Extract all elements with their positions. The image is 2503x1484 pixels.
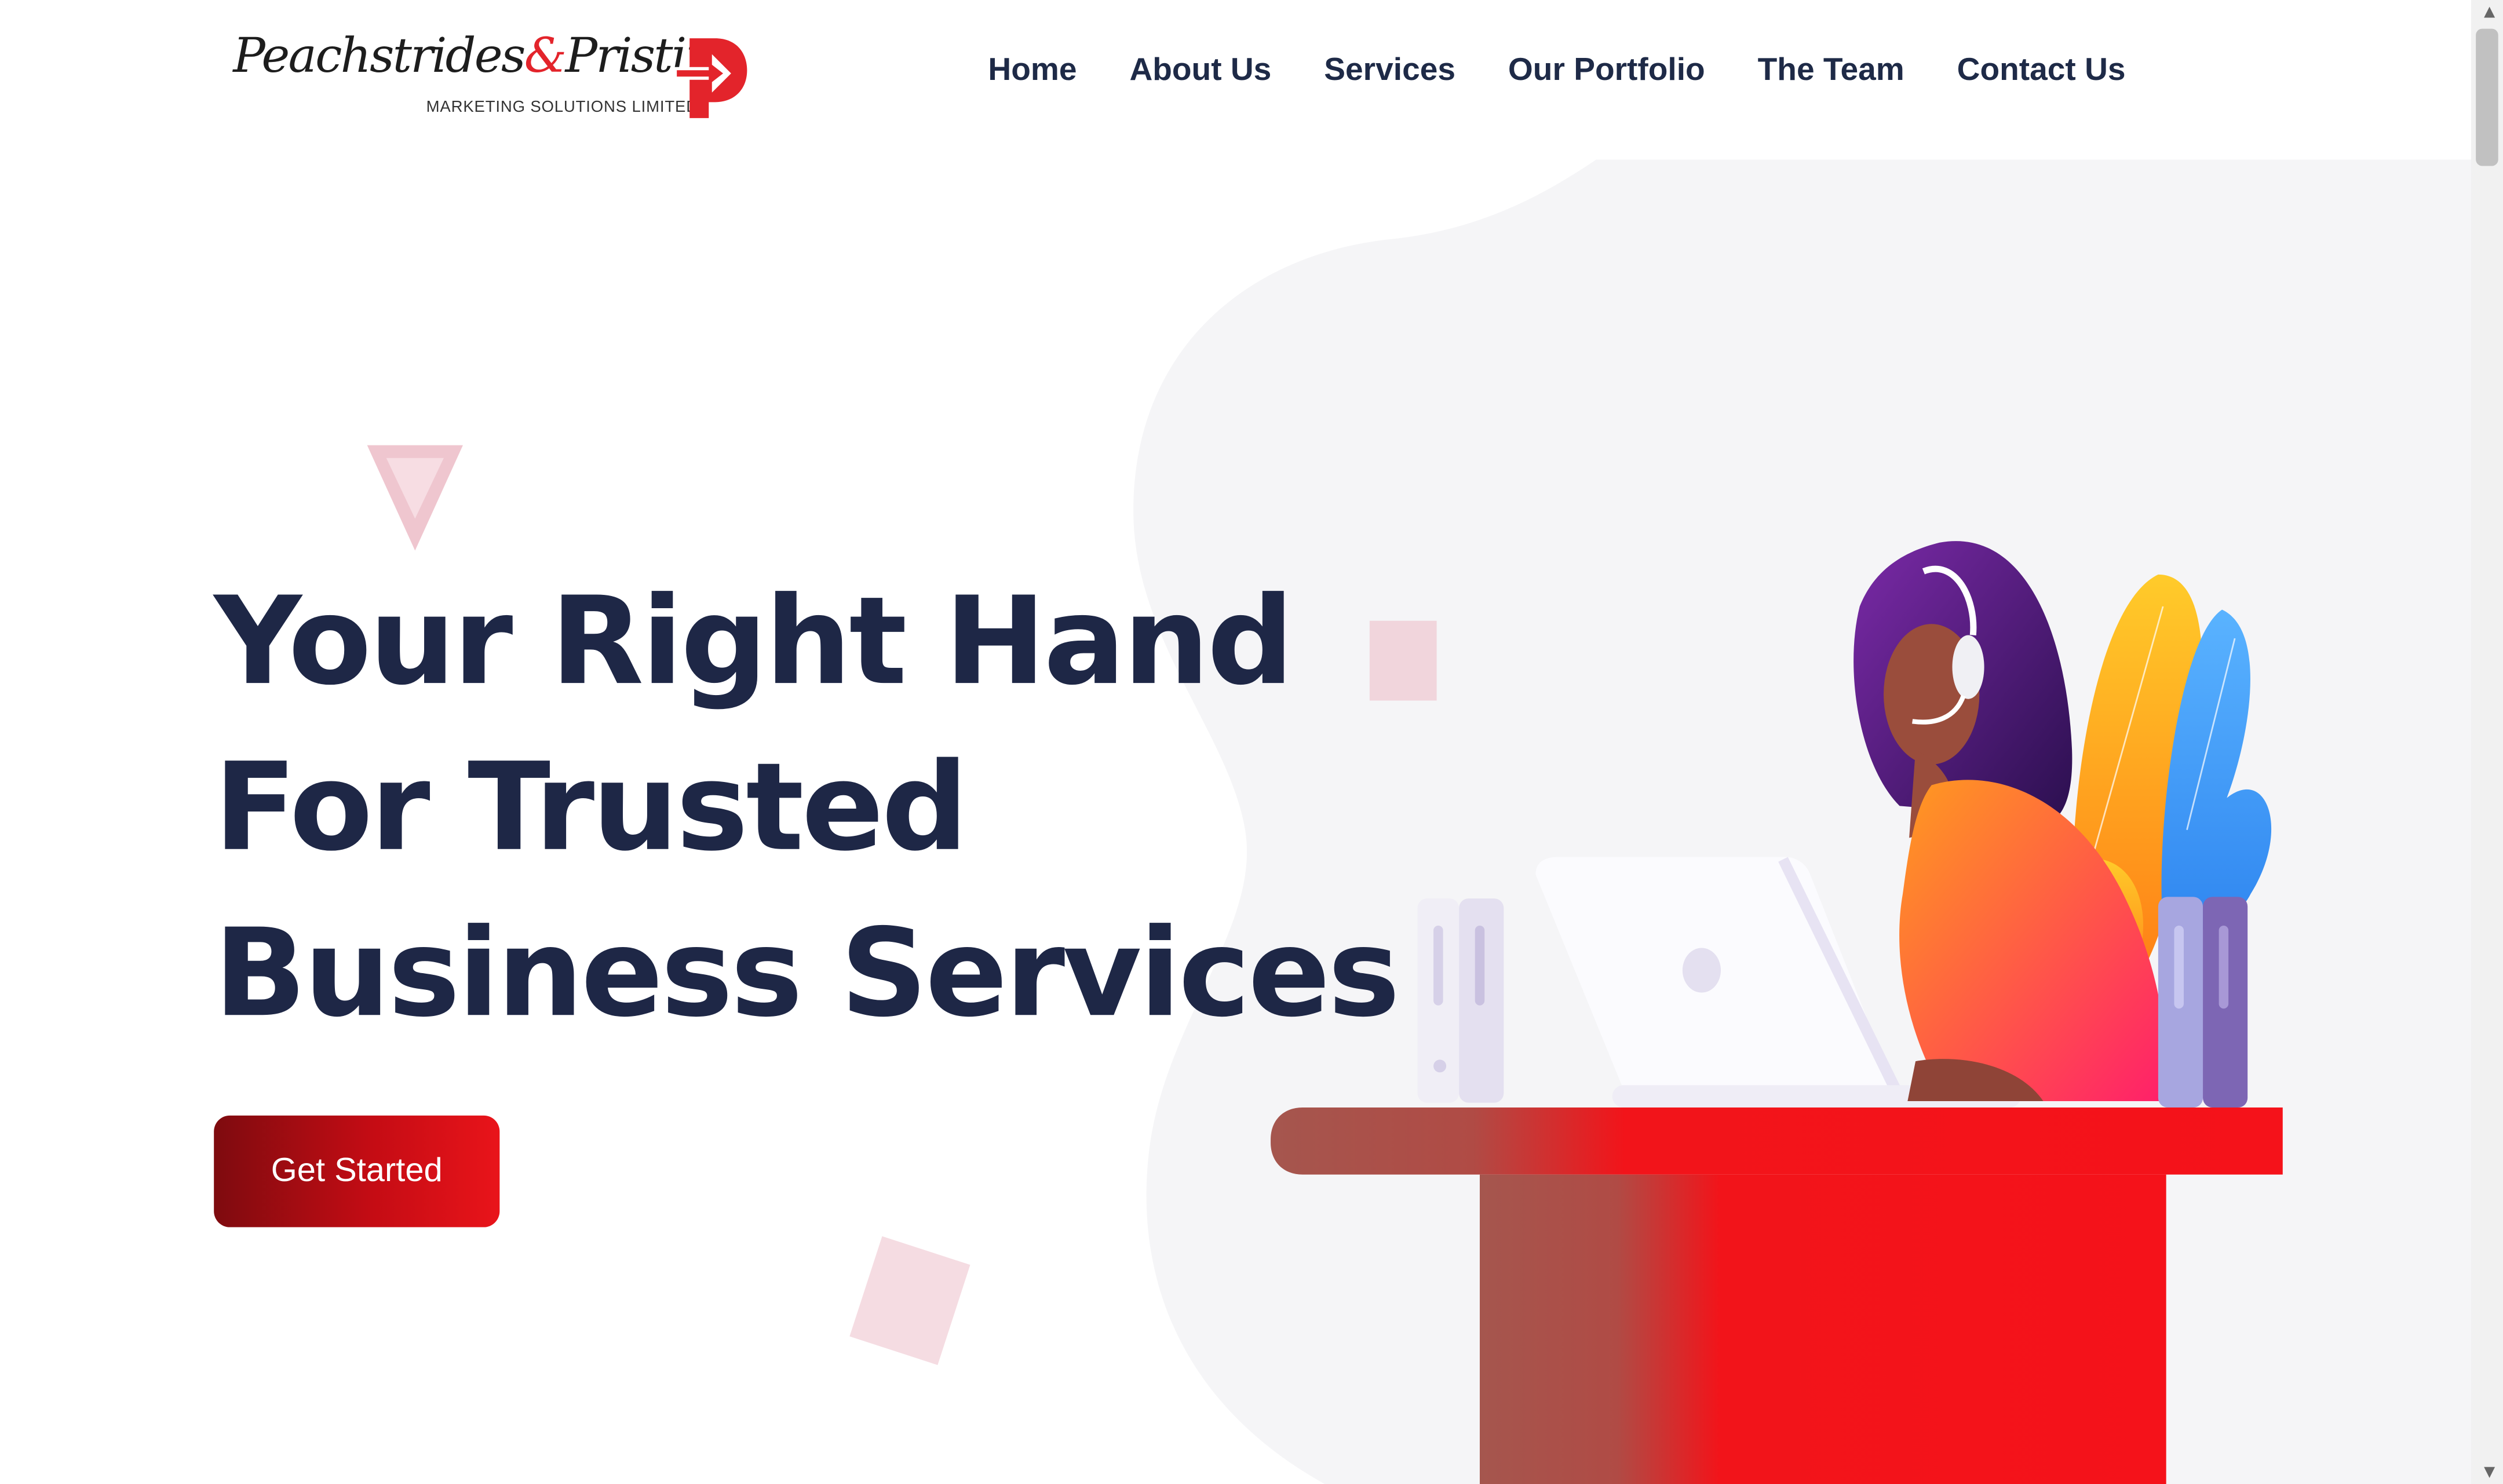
page: Peachstrides&Pristine MARKETING SOLUTION… xyxy=(0,0,2503,1484)
hero-title-line-3: Business Services xyxy=(214,901,1400,1044)
logo-tagline: MARKETING SOLUTIONS LIMITED xyxy=(426,98,698,117)
get-started-button[interactable]: Get Started xyxy=(214,1115,500,1227)
logo-p-arrow-icon xyxy=(673,38,747,118)
hero-title-line-1: Your Right Hand xyxy=(214,569,1294,712)
decor-square-2 xyxy=(849,1236,970,1365)
logo-ampersand: & xyxy=(524,28,567,85)
nav-the-team[interactable]: The Team xyxy=(1758,53,1904,89)
scrollbar-thumb[interactable] xyxy=(2476,28,2498,166)
hero-title-line-2: For Trusted xyxy=(214,736,968,878)
nav-home[interactable]: Home xyxy=(988,53,1077,89)
nav-contact-us[interactable]: Contact Us xyxy=(1957,53,2126,89)
nav-about-us[interactable]: About Us xyxy=(1129,53,1271,89)
nav-services[interactable]: Services xyxy=(1324,53,1455,89)
logo-name-part1: Peachstrides xyxy=(233,28,526,85)
scroll-down-icon[interactable]: ▼ xyxy=(2484,1465,2495,1481)
logo[interactable]: Peachstrides&Pristine MARKETING SOLUTION… xyxy=(227,25,753,125)
main-nav: Home About Us Services Our Portfolio The… xyxy=(988,53,2178,89)
scroll-up-icon[interactable]: ▲ xyxy=(2484,5,2495,21)
hero-illustration xyxy=(1271,541,2283,1484)
page-scrollbar[interactable]: ▲ ▼ xyxy=(2471,0,2503,1484)
decor-triangle xyxy=(367,445,463,551)
nav-our-portfolio[interactable]: Our Portfolio xyxy=(1508,53,1705,89)
hero-title: Your Right Hand For Trusted Business Ser… xyxy=(214,558,1400,1057)
logo-wordmark: Peachstrides&Pristine xyxy=(233,28,743,85)
